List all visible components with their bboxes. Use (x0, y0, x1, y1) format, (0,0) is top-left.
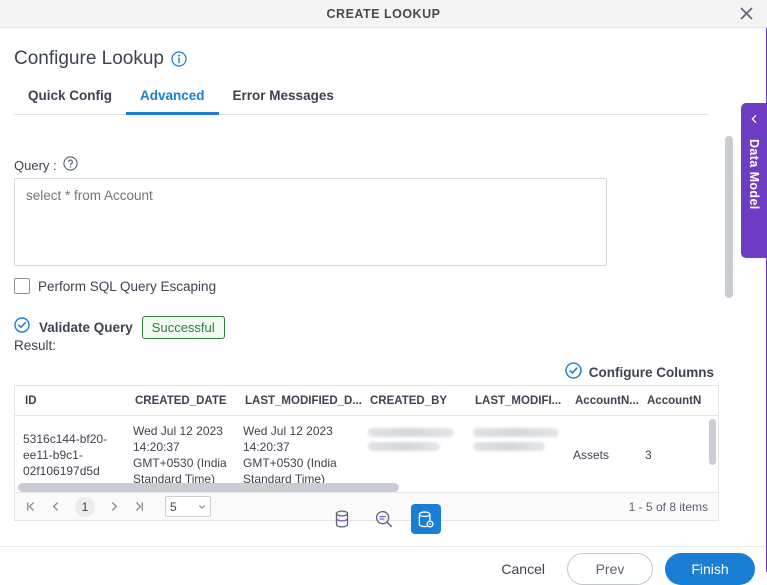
footer-actions: Cancel Prev Finish (491, 553, 755, 585)
grid-header-account-number[interactable]: AccountN (639, 395, 709, 407)
prev-button[interactable]: Prev (567, 553, 653, 585)
bottom-toolbar (0, 493, 767, 545)
cancel-button[interactable]: Cancel (491, 555, 555, 583)
status-badge: Successful (141, 316, 225, 339)
perform-sql-escaping-checkbox[interactable] (14, 278, 30, 294)
tab-bar: Quick Config Advanced Error Messages (14, 80, 708, 115)
configure-columns-label: Configure Columns (588, 364, 714, 380)
cell-last-modified-by (465, 416, 565, 492)
grid-header-created-by[interactable]: CREATED_BY (362, 395, 467, 407)
grid-header-last-modified-by[interactable]: LAST_MODIFI... (467, 395, 567, 407)
dialog-titlebar: CREATE LOOKUP (0, 0, 767, 28)
page-title: Configure Lookup (14, 48, 187, 70)
footer-divider (0, 546, 767, 547)
help-circle-icon[interactable] (63, 156, 78, 174)
perform-sql-escaping-label: Perform SQL Query Escaping (38, 278, 217, 294)
data-model-label: Data Model (747, 139, 761, 210)
redacted-value (368, 428, 454, 437)
grid-body: 5316c144-bf20-ee11-b9c1-02f106197d5d Wed… (15, 416, 718, 492)
cell-account-number: 3 (645, 448, 652, 462)
chevron-left-icon (749, 111, 759, 129)
redacted-value (368, 442, 440, 451)
page-title-label: Configure Lookup (14, 48, 164, 69)
validate-query-row: Validate Query Successful (14, 316, 225, 339)
configure-columns-button[interactable]: Configure Columns (565, 362, 714, 382)
finish-button[interactable]: Finish (665, 553, 755, 585)
dialog-body: Configure Lookup Quick Config Advanced E… (0, 28, 767, 585)
grid-header-last-modified-date[interactable]: LAST_MODIFIED_D... (237, 395, 362, 407)
grid-vertical-scrollbar[interactable] (709, 419, 716, 465)
grid-header-created-date[interactable]: CREATED_DATE (127, 395, 237, 407)
table-row[interactable]: 5316c144-bf20-ee11-b9c1-02f106197d5d Wed… (15, 416, 718, 492)
grid-header-account-name[interactable]: AccountN... (567, 395, 639, 407)
check-circle-icon (565, 362, 582, 382)
result-label: Result: (14, 338, 57, 353)
check-circle-icon[interactable] (14, 317, 30, 338)
tab-advanced[interactable]: Advanced (126, 80, 219, 115)
grid-horizontal-scrollbar[interactable] (18, 483, 399, 492)
query-label: Query : (14, 156, 78, 174)
page-vertical-scrollbar[interactable] (725, 136, 733, 298)
query-label-text: Query : (14, 157, 57, 173)
tab-error-messages[interactable]: Error Messages (219, 80, 348, 115)
redacted-value (473, 442, 545, 451)
cell-account-name: Assets (573, 448, 610, 462)
data-model-panel-toggle[interactable]: Data Model (741, 103, 767, 258)
dialog-title: CREATE LOOKUP (326, 6, 441, 21)
info-circle-icon[interactable] (171, 51, 187, 67)
database-icon[interactable] (327, 504, 357, 534)
grid-header-id[interactable]: ID (17, 395, 127, 407)
query-input[interactable] (14, 178, 607, 266)
tab-quick-config[interactable]: Quick Config (14, 80, 126, 115)
grid-header-row: ID CREATED_DATE LAST_MODIFIED_D... CREAT… (15, 386, 718, 416)
cell-created-by (360, 416, 465, 492)
cell-last-modified-date: Wed Jul 12 2023 14:20:37 GMT+0530 (India… (243, 424, 337, 486)
close-icon[interactable] (735, 3, 757, 25)
cell-id: 5316c144-bf20-ee11-b9c1-02f106197d5d (23, 432, 108, 478)
query-search-icon[interactable] (369, 504, 399, 534)
cell-created-date: Wed Jul 12 2023 14:20:37 GMT+0530 (India… (133, 424, 227, 486)
validate-query-button[interactable]: Validate Query (39, 320, 133, 335)
redacted-value (473, 428, 559, 437)
perform-sql-escaping-row[interactable]: Perform SQL Query Escaping (14, 278, 216, 294)
database-settings-icon[interactable] (410, 504, 441, 534)
